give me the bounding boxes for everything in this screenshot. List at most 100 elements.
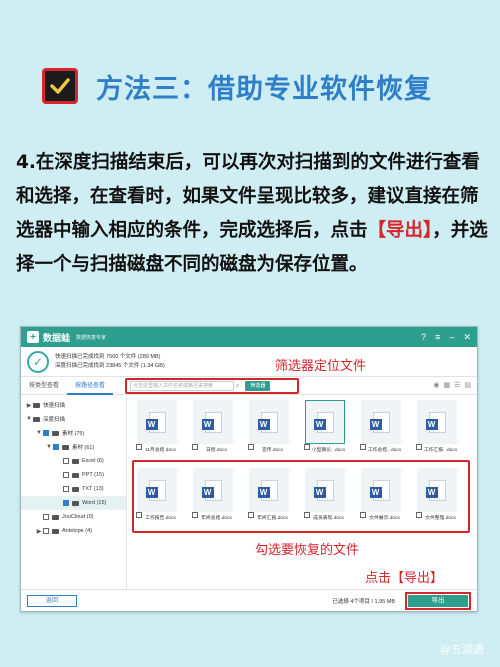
title-row: 方法三：借助专业软件恢复: [42, 64, 432, 108]
app-logo-icon: +: [27, 331, 39, 343]
file-item[interactable]: W 宣传.docx: [247, 400, 291, 456]
file-checkbox[interactable]: [304, 444, 310, 450]
expand-arrow-icon[interactable]: ▼: [45, 444, 53, 450]
file-item[interactable]: W 日程.docx: [191, 400, 235, 456]
file-thumbnail[interactable]: W: [137, 400, 177, 444]
tree-item[interactable]: ▼ 深度扫描: [21, 412, 126, 426]
file-checkbox[interactable]: [360, 444, 366, 450]
tree-checkbox[interactable]: [53, 444, 59, 450]
tab-by-path[interactable]: 按路径查看: [67, 377, 114, 395]
file-checkbox[interactable]: [416, 512, 422, 518]
file-checkbox[interactable]: [136, 444, 142, 450]
list-view-icon[interactable]: ☰: [454, 381, 460, 389]
grid-view-icon[interactable]: ▦: [443, 381, 450, 389]
file-thumbnail[interactable]: W: [193, 468, 233, 512]
file-checkbox[interactable]: [248, 512, 254, 518]
tree-checkbox[interactable]: [63, 500, 69, 506]
file-thumbnail[interactable]: W: [305, 400, 345, 444]
file-item[interactable]: W 工作总结...docx: [359, 400, 403, 456]
preview-eye-icon[interactable]: ◉: [433, 381, 439, 389]
filter-input[interactable]: 点击这里输入文件名称或路径来搜索: [130, 381, 234, 391]
file-item[interactable]: W 文件展示.docx: [359, 468, 403, 524]
file-thumbnail[interactable]: W: [361, 400, 401, 444]
tree-checkbox[interactable]: [63, 472, 69, 478]
detail-view-icon[interactable]: ▤: [464, 381, 471, 389]
word-doc-icon: W: [201, 411, 222, 433]
folder-icon: [72, 472, 79, 478]
quick-scan-summary: 快速扫描已完成找到 7560 个文件 (289 MB): [55, 353, 161, 360]
tab-by-type[interactable]: 按类型查看: [21, 377, 67, 395]
file-thumbnail[interactable]: W: [137, 468, 177, 512]
expand-arrow-icon[interactable]: ▼: [35, 430, 43, 436]
file-item[interactable]: W 工作报告.docx: [135, 468, 179, 524]
close-icon[interactable]: ✕: [463, 332, 471, 343]
file-item[interactable]: W 成员表现.docx: [303, 468, 347, 524]
tree-item[interactable]: Word (15): [21, 496, 126, 510]
file-thumbnail[interactable]: W: [417, 400, 457, 444]
tree-item[interactable]: ▼ 素材 (75): [21, 426, 126, 440]
window-controls: ? ≡ – ✕: [421, 332, 471, 343]
file-checkbox[interactable]: [416, 444, 422, 450]
file-name: 文件整理.docx: [425, 516, 456, 521]
watermark: @五湖遇: [440, 643, 484, 656]
tree-checkbox[interactable]: [63, 458, 69, 464]
file-thumbnail[interactable]: W: [305, 468, 345, 512]
tree-item[interactable]: PPT (15): [21, 468, 126, 482]
word-doc-icon: W: [369, 411, 390, 433]
view-tabs: 按类型查看 按路径查看 点击这里输入文件名称或路径来搜索 ⌕ 筛选器 ◉ ▦ ☰…: [21, 377, 477, 395]
word-doc-icon: W: [313, 411, 334, 433]
folder-icon: [52, 514, 59, 520]
file-item[interactable]: W 文件整理.docx: [415, 468, 459, 524]
tree-item[interactable]: Excel (6): [21, 454, 126, 468]
file-item[interactable]: W 年终总结.docx: [191, 468, 235, 524]
tree-item-label: 素材 (75): [62, 431, 85, 437]
file-thumbnail[interactable]: W: [249, 400, 289, 444]
file-checkbox[interactable]: [304, 512, 310, 518]
file-checkbox[interactable]: [192, 444, 198, 450]
file-thumbnail[interactable]: W: [361, 468, 401, 512]
tree-item[interactable]: ▶ Antelope (4): [21, 524, 126, 538]
file-item[interactable]: W 11月总结.docx: [135, 400, 179, 456]
tree-item-label: Antelope (4): [62, 528, 92, 534]
file-item[interactable]: W 小型镇论...docx: [303, 400, 347, 456]
tree-item-label: TXT (13): [82, 486, 104, 492]
tree-item-label: Word (15): [82, 500, 107, 506]
filter-button[interactable]: 筛选器: [245, 381, 271, 391]
page-title: 方法三：借助专业软件恢复: [96, 73, 432, 105]
file-name: 工作汇报...docx: [423, 448, 458, 453]
file-checkbox[interactable]: [136, 512, 142, 518]
tree-item-label: PPT (15): [82, 472, 104, 478]
tree-item[interactable]: ▶ 快速扫描: [21, 398, 126, 412]
tree-checkbox[interactable]: [43, 430, 49, 436]
search-icon[interactable]: ⌕: [236, 383, 239, 390]
tree-checkbox[interactable]: [43, 514, 49, 520]
tree-item[interactable]: ▼ 素材 (61): [21, 440, 126, 454]
file-checkbox[interactable]: [192, 512, 198, 518]
file-checkbox[interactable]: [248, 444, 254, 450]
folder-tree: ▶ 快速扫描 ▼ 深度扫描 ▼ 素材 (75) ▼ 素材 (61) Excel (6) PPT (…: [21, 396, 127, 589]
expand-arrow-icon[interactable]: ▼: [25, 416, 33, 422]
minimize-icon[interactable]: –: [449, 332, 454, 343]
file-name: 年终汇报.docx: [257, 516, 288, 521]
file-thumbnail[interactable]: W: [249, 468, 289, 512]
annotation-tick: 勾选要恢复的文件: [255, 543, 360, 558]
tree-checkbox[interactable]: [43, 528, 49, 534]
tree-item[interactable]: TXT (13): [21, 482, 126, 496]
expand-arrow-icon[interactable]: ▶: [35, 528, 43, 535]
file-checkbox[interactable]: [360, 512, 366, 518]
expand-arrow-icon[interactable]: ▶: [25, 402, 33, 409]
word-doc-icon: W: [145, 479, 166, 501]
file-thumbnail[interactable]: W: [417, 468, 457, 512]
menu-icon[interactable]: ≡: [435, 332, 440, 343]
word-doc-icon: W: [369, 479, 390, 501]
file-item[interactable]: W 工作汇报...docx: [415, 400, 459, 456]
help-icon[interactable]: ?: [421, 332, 426, 343]
instruction-paragraph: 4.在深度扫描结束后，可以再次对扫描到的文件进行查看和选择，在查看时，如果文件呈…: [16, 146, 490, 282]
file-thumbnail[interactable]: W: [193, 400, 233, 444]
back-button[interactable]: 返回: [27, 594, 77, 607]
app-name: 数据蛙: [43, 332, 71, 343]
export-button[interactable]: 导出: [408, 594, 468, 607]
file-item[interactable]: W 年终汇报.docx: [247, 468, 291, 524]
tree-item[interactable]: JouCloud (0): [21, 510, 126, 524]
tree-checkbox[interactable]: [63, 486, 69, 492]
